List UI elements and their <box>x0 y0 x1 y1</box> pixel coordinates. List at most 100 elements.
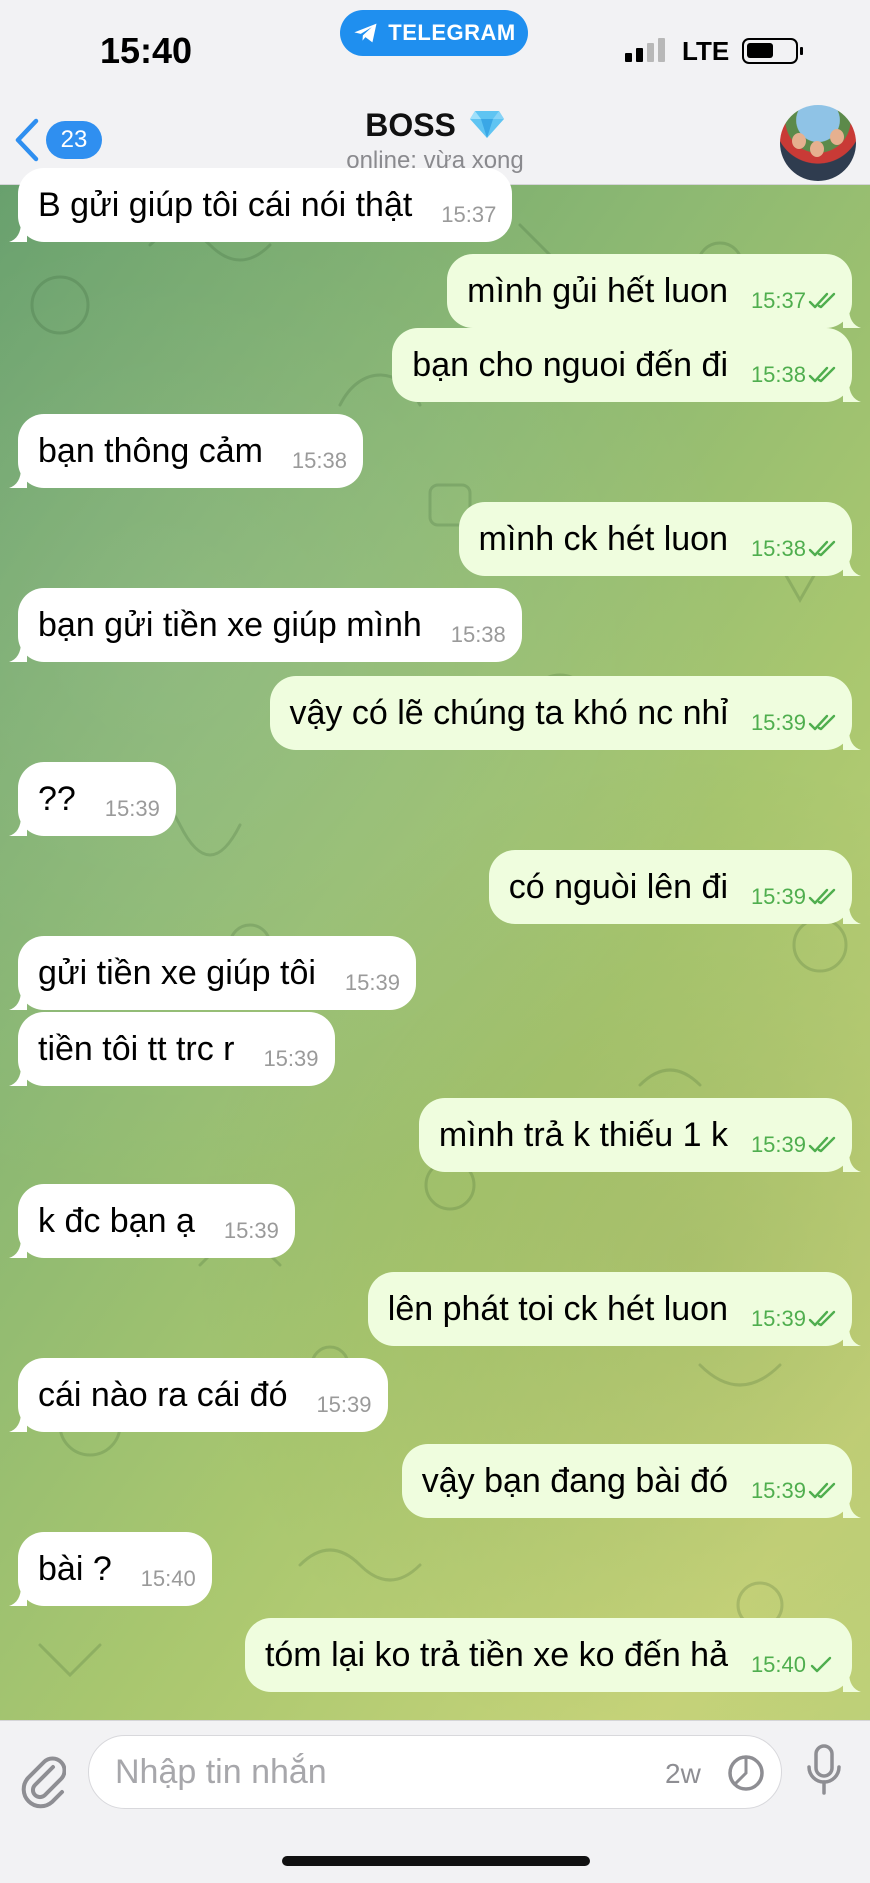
outgoing-message-bubble[interactable]: mình gủi hết luon 15:37 <box>447 254 861 328</box>
incoming-message-bubble[interactable]: cái nào ra cái đó 15:39 <box>9 1358 388 1432</box>
message-meta: 15:40 <box>141 1566 196 1592</box>
message-time: 15:39 <box>750 884 806 909</box>
message-meta: 15:38 <box>751 536 836 562</box>
read-checkmarks-icon <box>808 1136 836 1153</box>
outgoing-message-bubble[interactable]: mình trả k thiếu 1 k 15:39 <box>418 1098 861 1172</box>
bubble-tail <box>843 1672 861 1692</box>
message-time: 15:39 <box>750 710 806 735</box>
bubble-tail <box>843 556 861 576</box>
message-text: mình trả k thiếu 1 k <box>438 1116 728 1154</box>
outgoing-message-bubble[interactable]: vậy có lẽ chúng ta khó nc nhỉ 15:39 <box>269 676 861 750</box>
message-time: 15:39 <box>750 1306 806 1331</box>
bubble-tail <box>9 642 27 662</box>
message-text: bạn cho nguoi đến đi <box>412 346 728 384</box>
microphone-icon[interactable] <box>806 1743 842 1799</box>
bubble-tail <box>9 990 27 1010</box>
bubble-tail <box>9 222 27 242</box>
app-pill-label: TELEGRAM <box>388 20 516 45</box>
message-meta: 15:39 <box>751 1306 836 1332</box>
outgoing-message-bubble[interactable]: có nguòi lên đi 15:39 <box>488 850 861 924</box>
message-text: có nguòi lên đi <box>508 868 728 906</box>
incoming-message-bubble[interactable]: bài ? 15:40 <box>9 1532 212 1606</box>
status-bar: 15:40 TELEGRAM LTE <box>0 0 870 105</box>
incoming-message-bubble[interactable]: gửi tiền xe giúp tôi 15:39 <box>9 936 416 1010</box>
message-meta: 15:37 <box>751 288 836 314</box>
outgoing-message-bubble[interactable]: tóm lại ko trả tiền xe ko đến hả 15:40 <box>244 1618 861 1692</box>
bubble-tail <box>843 1498 861 1518</box>
incoming-message-bubble[interactable]: ?? 15:39 <box>9 762 176 836</box>
battery-icon <box>742 38 803 64</box>
message-text: lên phát toi ck hét luon <box>387 1290 728 1328</box>
message-time: 15:37 <box>750 288 806 313</box>
message-time: 15:38 <box>750 536 806 561</box>
outgoing-message-bubble[interactable]: bạn cho nguoi đến đi 15:38 <box>392 328 861 402</box>
message-meta: 15:37 <box>441 202 496 228</box>
chat-title[interactable]: BOSS <box>0 107 870 147</box>
message-text: tiền tôi tt trc r <box>38 1030 235 1068</box>
clock-icon[interactable] <box>727 1754 765 1792</box>
read-checkmarks-icon <box>810 1656 832 1673</box>
outgoing-message-bubble[interactable]: vậy bạn đang bài đó 15:39 <box>401 1444 861 1518</box>
message-meta: 15:38 <box>292 448 347 474</box>
bubble-tail <box>9 1238 27 1258</box>
message-meta: 15:40 <box>751 1652 836 1678</box>
message-time: 15:39 <box>104 796 160 821</box>
bubble-tail <box>843 1152 861 1172</box>
clock-time: 15:40 <box>100 30 193 71</box>
home-indicator <box>282 1856 590 1866</box>
message-time: 15:38 <box>750 362 806 387</box>
outgoing-message-bubble[interactable]: mình ck hét luon 15:38 <box>458 502 861 576</box>
message-time: 15:37 <box>441 202 497 227</box>
incoming-message-bubble[interactable]: k đc bạn ạ 15:39 <box>9 1184 295 1258</box>
outgoing-message-bubble[interactable]: lên phát toi ck hét luon 15:39 <box>367 1272 861 1346</box>
chat-title-text: BOSS <box>365 107 456 143</box>
bubble-tail <box>9 816 27 836</box>
network-label: LTE <box>682 36 730 66</box>
message-time: 15:39 <box>750 1132 806 1157</box>
bubble-tail <box>843 730 861 750</box>
message-text: mình ck hét luon <box>478 520 728 558</box>
message-text: bài ? <box>38 1550 112 1588</box>
incoming-message-bubble[interactable]: bạn gửi tiền xe giúp mình 15:38 <box>9 588 522 662</box>
read-checkmarks-icon <box>808 888 836 905</box>
avatar[interactable] <box>780 105 856 181</box>
message-time: 15:39 <box>344 970 400 995</box>
message-text: vậy có lẽ chúng ta khó nc nhỉ <box>289 694 729 732</box>
read-checkmarks-icon <box>808 1482 836 1499</box>
message-meta: 15:39 <box>105 796 160 822</box>
message-time: 15:40 <box>750 1652 806 1677</box>
bubble-tail <box>9 1412 27 1432</box>
timer-label: 2w <box>665 1758 701 1789</box>
message-text: gửi tiền xe giúp tôi <box>38 954 316 992</box>
message-text: ?? <box>38 780 76 818</box>
message-text: vậy bạn đang bài đó <box>421 1462 728 1500</box>
read-checkmarks-icon <box>808 366 836 383</box>
gem-icon <box>469 109 505 147</box>
message-meta: 15:39 <box>751 1132 836 1158</box>
message-input-field: 2w <box>88 1735 782 1809</box>
telegram-app-pill[interactable]: TELEGRAM <box>340 10 528 56</box>
bubble-tail <box>843 904 861 924</box>
message-text: mình gủi hết luon <box>467 272 728 310</box>
message-time: 15:38 <box>291 448 347 473</box>
paperclip-icon[interactable] <box>20 1749 66 1809</box>
message-text: bạn thông cảm <box>38 432 263 470</box>
message-time: 15:40 <box>140 1566 196 1591</box>
read-checkmarks-icon <box>808 292 836 309</box>
bubble-tail <box>9 1066 27 1086</box>
message-meta: 15:39 <box>345 970 400 996</box>
bubble-tail <box>843 1326 861 1346</box>
bubble-tail <box>9 468 27 488</box>
incoming-message-bubble[interactable]: bạn thông cảm 15:38 <box>9 414 363 488</box>
message-time: 15:39 <box>316 1392 372 1417</box>
message-text: k đc bạn ạ <box>38 1202 195 1240</box>
message-meta: 15:39 <box>751 884 836 910</box>
incoming-message-bubble[interactable]: tiền tôi tt trc r 15:39 <box>9 1012 335 1086</box>
message-input[interactable] <box>115 1750 635 1794</box>
message-meta: 15:39 <box>751 1478 836 1504</box>
message-time: 15:38 <box>450 622 506 647</box>
message-time: 15:39 <box>750 1478 806 1503</box>
incoming-message-bubble[interactable]: B gửi giúp tôi cái nói thật 15:37 <box>9 168 513 242</box>
bubble-tail <box>9 1586 27 1606</box>
message-time: 15:39 <box>263 1046 319 1071</box>
